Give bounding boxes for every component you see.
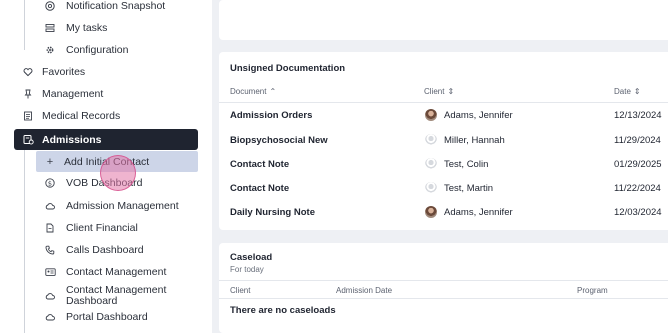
avatar: [425, 182, 437, 194]
sidebar-item-label: Configuration: [66, 44, 129, 56]
avatar: [425, 158, 437, 170]
column-header-document[interactable]: Document ⌃: [230, 87, 276, 96]
top-card: [219, 0, 668, 40]
client-name: Test, Martin: [444, 182, 494, 194]
caseload-header-divider: [219, 298, 668, 299]
cloud-icon: [44, 201, 56, 211]
date-cell: 11/29/2024: [614, 135, 661, 146]
dollar-circle-icon: $: [44, 178, 56, 188]
sort-icon: ⇕: [447, 87, 455, 96]
sidebar: Notification Snapshot My tasks Configura…: [0, 0, 212, 333]
client-cell: Test, Martin: [425, 182, 493, 194]
svg-text:$: $: [48, 179, 52, 187]
sidebar-item-label: Calls Dashboard: [66, 244, 144, 256]
pin-icon: [22, 89, 34, 99]
column-header-label: Document: [230, 87, 267, 96]
phone-icon: [44, 245, 56, 255]
client-cell: Adams, Jennifer: [425, 109, 513, 121]
admissions-icon: [22, 134, 34, 145]
header-divider: [219, 102, 668, 103]
tree-connector: [24, 150, 25, 333]
avatar: [425, 109, 437, 121]
unsigned-documentation-card: Unsigned Documentation Document ⌃ Client…: [219, 52, 668, 230]
sidebar-item-client-financial[interactable]: Client Financial: [44, 222, 138, 234]
caseload-header-client: Client: [230, 286, 251, 295]
caseload-subtitle: For today: [230, 265, 264, 274]
column-header-client[interactable]: Client ⇕: [424, 87, 454, 96]
sidebar-item-admissions[interactable]: Admissions: [14, 129, 198, 150]
client-name: Miller, Hannah: [444, 134, 505, 146]
document-cell: Biopsychosocial New: [230, 135, 328, 146]
sidebar-item-notification-snapshot[interactable]: Notification Snapshot: [44, 0, 165, 12]
caseload-card: Caseload For today Client Admission Date…: [219, 243, 668, 333]
tree-connector: [24, 0, 25, 50]
sidebar-item-label: Notification Snapshot: [66, 0, 166, 12]
sidebar-item-management[interactable]: Management: [22, 88, 103, 100]
sidebar-item-label: Portal Dashboard: [66, 311, 148, 323]
sidebar-item-contact-management[interactable]: Contact Management: [44, 266, 166, 278]
client-name: Adams, Jennifer: [444, 109, 513, 121]
sidebar-item-label: Client Financial: [66, 222, 138, 234]
sidebar-item-label: Admission Management: [66, 200, 179, 212]
date-cell: 11/22/2024: [614, 183, 661, 194]
column-header-label: Client: [424, 87, 445, 96]
client-name: Test, Colin: [444, 158, 489, 170]
sidebar-item-label: My tasks: [66, 22, 108, 34]
client-name: Adams, Jennifer: [444, 206, 513, 218]
sidebar-item-favorites[interactable]: Favorites: [22, 66, 85, 78]
sidebar-item-admission-management[interactable]: Admission Management: [44, 200, 179, 212]
id-card-icon: [44, 267, 56, 277]
column-header-label: Date: [614, 87, 631, 96]
cloud-icon: [44, 291, 56, 301]
sidebar-item-calls-dashboard[interactable]: Calls Dashboard: [44, 244, 144, 256]
caseload-header-program: Program: [577, 286, 608, 295]
client-cell: Miller, Hannah: [425, 134, 505, 146]
sidebar-item-label: Favorites: [42, 66, 86, 78]
sidebar-item-medical-records[interactable]: Medical Records: [22, 110, 120, 122]
sidebar-item-label: Contact Management Dashboard: [66, 284, 167, 307]
bell-circle-icon: [44, 1, 56, 11]
avatar: [425, 134, 437, 146]
date-cell: 01/29/2025: [614, 159, 662, 170]
sidebar-item-my-tasks[interactable]: My tasks: [44, 22, 107, 34]
sidebar-item-label: Admissions: [42, 133, 102, 146]
caseload-divider: [219, 280, 668, 281]
file-icon: [44, 223, 56, 233]
client-cell: Adams, Jennifer: [425, 206, 513, 218]
sidebar-item-contact-management-dashboard[interactable]: Contact Management Dashboard: [44, 284, 176, 308]
sidebar-item-configuration[interactable]: Configuration: [44, 44, 128, 56]
cloud-icon: [44, 312, 56, 322]
unsigned-documentation-title: Unsigned Documentation: [230, 63, 346, 74]
client-cell: Test, Colin: [425, 158, 488, 170]
document-icon: [22, 111, 34, 121]
document-cell: Daily Nursing Note: [230, 207, 315, 218]
sidebar-item-label: Contact Management: [66, 266, 167, 278]
document-cell: Contact Note: [230, 183, 290, 194]
caseload-header-admission-date: Admission Date: [336, 286, 393, 295]
sort-icon: ⇕: [633, 87, 641, 96]
document-cell: Contact Note: [230, 159, 290, 170]
date-cell: 12/13/2024: [614, 110, 662, 121]
heart-icon: [22, 67, 34, 77]
list-icon: [44, 23, 56, 33]
sidebar-item-label: Management: [42, 88, 104, 100]
plus-icon: +: [46, 155, 54, 168]
sidebar-item-portal-dashboard[interactable]: Portal Dashboard: [44, 311, 148, 323]
sidebar-item-label: Medical Records: [42, 110, 121, 122]
document-cell: Admission Orders: [230, 110, 313, 121]
gear-icon: [44, 45, 56, 55]
cursor-indicator: [100, 155, 136, 191]
caseload-title: Caseload: [230, 252, 273, 263]
column-header-date[interactable]: Date ⇕: [614, 87, 641, 96]
date-cell: 12/03/2024: [614, 207, 662, 218]
sort-icon: ⌃: [269, 87, 277, 96]
avatar: [425, 206, 437, 218]
caseload-empty-message: There are no caseloads: [230, 305, 336, 316]
